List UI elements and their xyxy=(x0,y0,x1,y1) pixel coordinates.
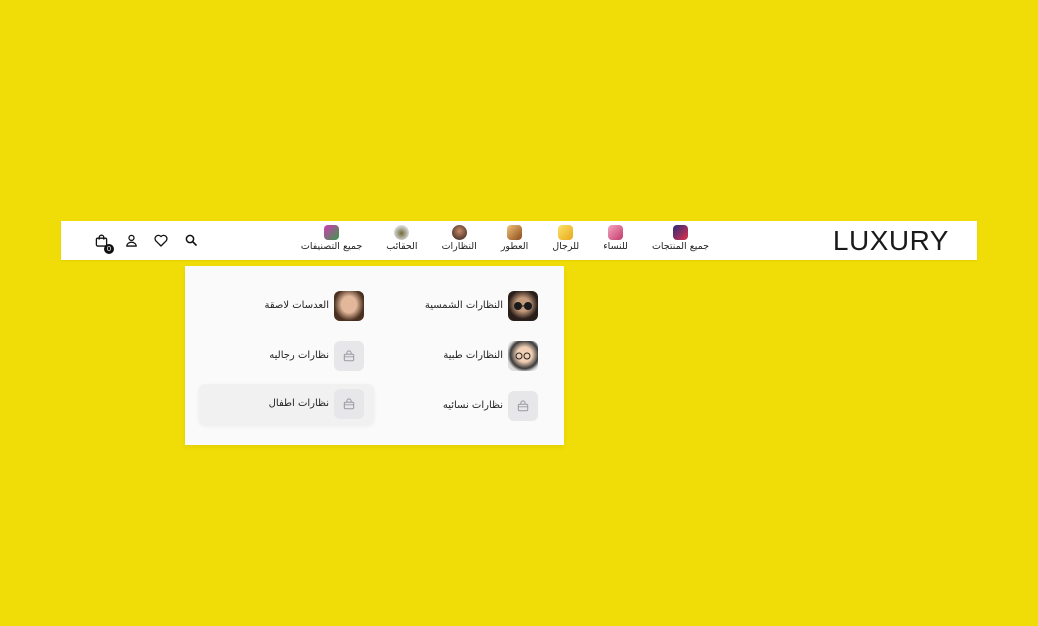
sunglasses-photo xyxy=(508,291,538,321)
bag-placeholder-icon xyxy=(334,389,364,419)
all-products-icon xyxy=(672,225,688,240)
bags-icon xyxy=(394,225,410,240)
nav-item-all-products[interactable]: جميع المنتجات xyxy=(640,225,721,253)
glasses-frame-icon xyxy=(515,352,531,360)
bag-placeholder-icon xyxy=(334,341,364,371)
nav-item-women[interactable]: للنساء xyxy=(591,225,640,253)
nav-item-label: جميع المنتجات xyxy=(651,241,709,252)
nav-item-label: العطور xyxy=(500,241,529,252)
nav-item-glasses[interactable]: النظارات xyxy=(430,225,489,253)
search-icon xyxy=(185,234,197,246)
menu-item-womens-glasses[interactable]: نظارات نسائيه xyxy=(373,386,548,426)
menu-item-mens-glasses[interactable]: نظارات رجاليه xyxy=(199,336,374,376)
nav-item-label: للنساء xyxy=(603,241,628,252)
search-button[interactable] xyxy=(183,232,199,248)
glasses-dropdown-menu: النظارات الشمسية العدسات لاصقة النظارات … xyxy=(185,266,564,445)
contact-lenses-photo xyxy=(334,291,364,321)
site-header: LUXURY جميع المنتجات للنساء للرجال العطو… xyxy=(61,221,977,260)
header-actions: 0 xyxy=(93,232,199,254)
menu-item-label: العدسات لاصقة xyxy=(264,300,329,311)
nav-item-label: للرجال xyxy=(552,241,580,252)
main-nav: جميع المنتجات للنساء للرجال العطور النظا… xyxy=(289,225,721,253)
nav-item-perfume[interactable]: العطور xyxy=(489,225,540,253)
account-button[interactable] xyxy=(123,232,139,248)
menu-item-label: النظارات طبية xyxy=(443,350,503,361)
sunglasses-icon xyxy=(514,302,532,310)
nav-item-men[interactable]: للرجال xyxy=(540,225,591,253)
nav-item-all-categories[interactable]: جميع التصنيفات xyxy=(289,225,374,253)
cart-button[interactable]: 0 xyxy=(93,232,114,254)
all-categories-icon xyxy=(324,225,340,240)
menu-item-label: نظارات اطفال xyxy=(268,398,329,409)
menu-item-label: النظارات الشمسية xyxy=(424,300,503,311)
heart-icon xyxy=(154,234,168,247)
nav-item-label: جميع التصنيفات xyxy=(300,241,363,252)
perfume-icon xyxy=(507,225,523,240)
men-icon xyxy=(558,225,574,240)
bag-placeholder-icon xyxy=(508,391,538,421)
menu-item-label: نظارات نسائيه xyxy=(442,400,503,411)
nav-item-label: الحقائب xyxy=(386,241,418,252)
menu-item-kids-glasses[interactable]: نظارات اطفال xyxy=(199,384,374,424)
brand-logo[interactable]: LUXURY xyxy=(833,226,949,256)
nav-item-bags[interactable]: الحقائب xyxy=(374,225,429,253)
menu-item-contact-lenses[interactable]: العدسات لاصقة xyxy=(199,286,374,326)
menu-item-label: نظارات رجاليه xyxy=(269,350,329,361)
medical-glasses-photo xyxy=(508,341,538,371)
nav-item-label: النظارات xyxy=(441,241,477,252)
glasses-icon xyxy=(451,225,467,240)
menu-item-sunglasses[interactable]: النظارات الشمسية xyxy=(373,286,548,326)
menu-item-medical-glasses[interactable]: النظارات طبية xyxy=(373,336,548,376)
women-icon xyxy=(608,225,624,240)
user-icon xyxy=(125,234,137,247)
cart-count-badge: 0 xyxy=(104,244,114,254)
wishlist-button[interactable] xyxy=(153,232,169,248)
